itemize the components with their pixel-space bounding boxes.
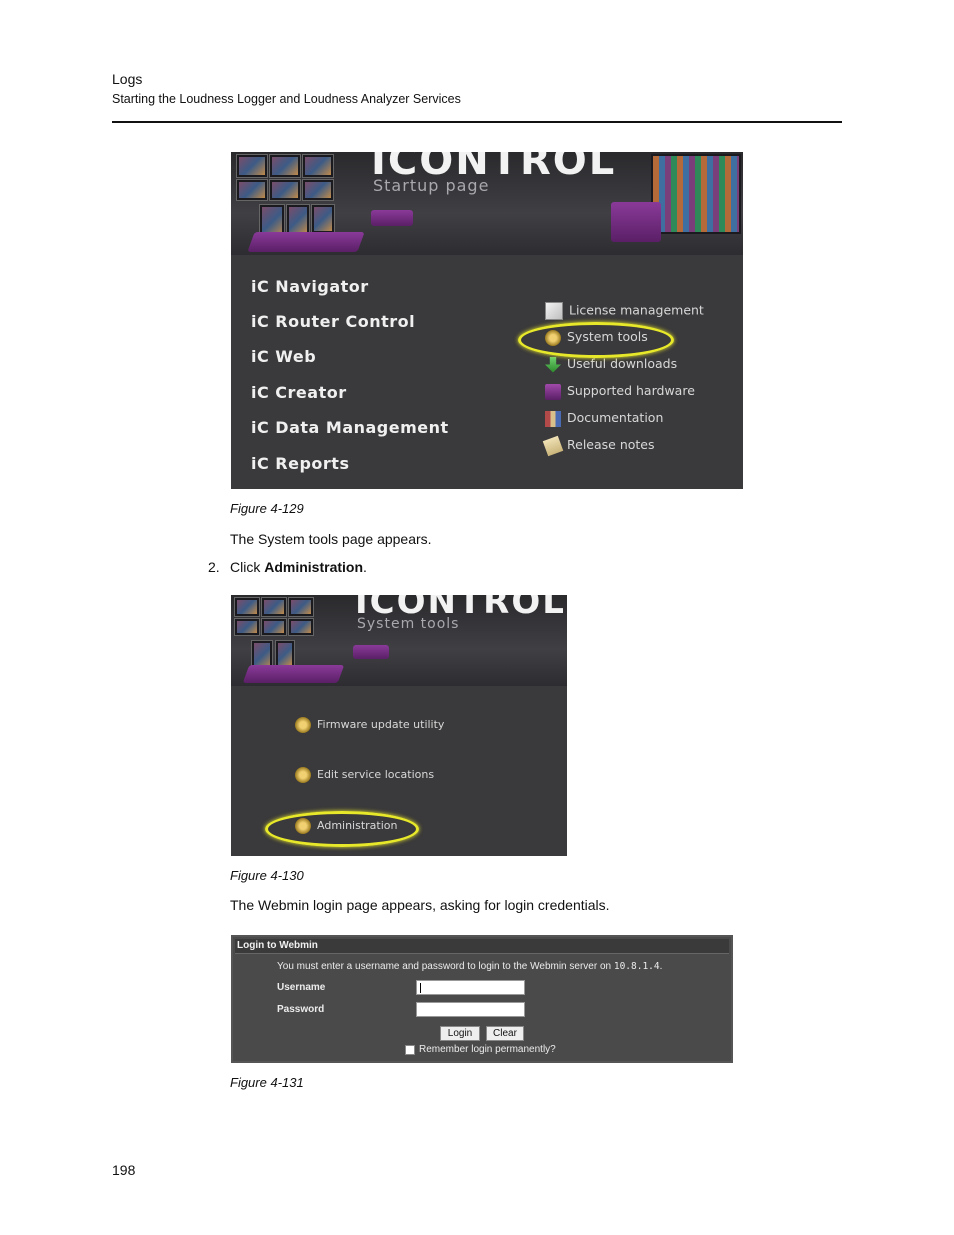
body-paragraph: The System tools page appears.: [230, 531, 432, 547]
monitor-image: [651, 154, 741, 234]
page-subtitle: Startup page: [373, 176, 490, 195]
section-title: Logs: [112, 71, 143, 87]
hardware-image: [371, 210, 413, 226]
link-release-notes[interactable]: Release notes: [542, 435, 655, 456]
username-field[interactable]: [416, 980, 525, 995]
nav-ic-web[interactable]: iC Web: [251, 347, 316, 366]
login-panel-header: Login to Webmin: [235, 939, 729, 954]
monitor-image: [302, 154, 334, 178]
link-supported-hardware[interactable]: Supported hardware: [545, 383, 695, 400]
nav-ic-creator[interactable]: iC Creator: [251, 383, 347, 402]
monitor-image: [288, 618, 314, 636]
step-text: Click Administration.: [230, 559, 367, 575]
highlight-ellipse: [518, 322, 674, 358]
server-address: 10.8.1.4: [613, 961, 660, 972]
figure-caption: Figure 4-131: [230, 1075, 304, 1090]
monitor-image: [236, 154, 268, 178]
step-number: 2.: [208, 559, 220, 575]
monitor-image: [234, 618, 260, 636]
icontrol-startup-screenshot: ICONTROL Startup page iC Navigator iC Ro…: [231, 152, 743, 489]
link-license-management[interactable]: License management: [545, 302, 704, 320]
monitor-image: [261, 597, 287, 617]
hardware-image: [247, 232, 365, 252]
nav-ic-router-control[interactable]: iC Router Control: [251, 312, 415, 331]
link-label: License management: [569, 302, 704, 318]
monitor-image: [269, 154, 301, 178]
nav-ic-data-management[interactable]: iC Data Management: [251, 418, 449, 437]
menu-firmware-update-utility[interactable]: Firmware update utility: [295, 717, 444, 733]
link-label: Supported hardware: [567, 383, 695, 398]
wrench-gear-icon: [295, 717, 311, 733]
monitor-image: [275, 640, 295, 668]
nav-ic-navigator[interactable]: iC Navigator: [251, 277, 369, 296]
link-label: Useful downloads: [567, 356, 678, 371]
step-bold-term: Administration: [264, 559, 364, 575]
link-label: Release notes: [567, 437, 655, 452]
monitor-image: [269, 179, 301, 201]
clear-button[interactable]: Clear: [486, 1026, 524, 1041]
hardware-image: [242, 665, 345, 683]
hardware-box-icon: [545, 383, 561, 400]
login-message-text: You must enter a username and password t…: [277, 961, 614, 972]
books-icon: [545, 410, 561, 427]
remember-login-label: Remember login permanently?: [419, 1044, 556, 1055]
link-documentation[interactable]: Documentation: [545, 410, 663, 427]
nav-ic-reports[interactable]: iC Reports: [251, 454, 349, 473]
icontrol-system-tools-screenshot: ICONTROL System tools Firmware update ut…: [231, 595, 567, 856]
figure-caption: Figure 4-129: [230, 501, 304, 516]
monitor-image: [288, 597, 314, 617]
monitor-image: [234, 597, 260, 617]
username-label: Username: [277, 982, 326, 993]
webmin-login-screenshot: Login to Webmin You must enter a usernam…: [231, 935, 733, 1063]
password-label: Password: [277, 1004, 325, 1015]
monitor-image: [311, 204, 335, 234]
link-label: Documentation: [567, 410, 664, 425]
figure-caption: Figure 4-130: [230, 868, 304, 883]
step-suffix: .: [363, 559, 367, 575]
login-message-end: .: [659, 961, 663, 972]
wrench-gear-icon: [295, 767, 311, 783]
banner: ICONTROL System tools: [231, 595, 567, 686]
monitor-image: [236, 179, 268, 201]
menu-edit-service-locations[interactable]: Edit service locations: [295, 767, 434, 783]
menu-label: Firmware update utility: [317, 718, 445, 731]
section-subtitle: Starting the Loudness Logger and Loudnes…: [112, 92, 461, 106]
remember-login-checkbox[interactable]: [405, 1045, 415, 1055]
password-field[interactable]: [416, 1002, 525, 1017]
highlight-ellipse: [265, 811, 419, 847]
link-useful-downloads[interactable]: Useful downloads: [545, 356, 677, 373]
text-cursor: [420, 983, 421, 993]
menu-label: Edit service locations: [317, 768, 435, 781]
header-divider: [112, 121, 842, 123]
banner: ICONTROL Startup page: [231, 152, 743, 255]
login-message: You must enter a username and password t…: [277, 961, 662, 972]
hardware-image: [353, 645, 389, 659]
step-prefix: Click: [230, 559, 265, 575]
page-subtitle: System tools: [357, 616, 460, 632]
login-button[interactable]: Login: [440, 1026, 480, 1041]
notepad-icon: [542, 435, 564, 456]
monitor-image: [261, 618, 287, 636]
certificate-icon: [545, 302, 563, 320]
monitor-image: [302, 179, 334, 201]
page-number: 198: [112, 1162, 136, 1178]
download-arrow-icon: [545, 356, 561, 373]
body-paragraph: The Webmin login page appears, asking fo…: [230, 897, 610, 913]
hardware-image: [611, 202, 661, 242]
